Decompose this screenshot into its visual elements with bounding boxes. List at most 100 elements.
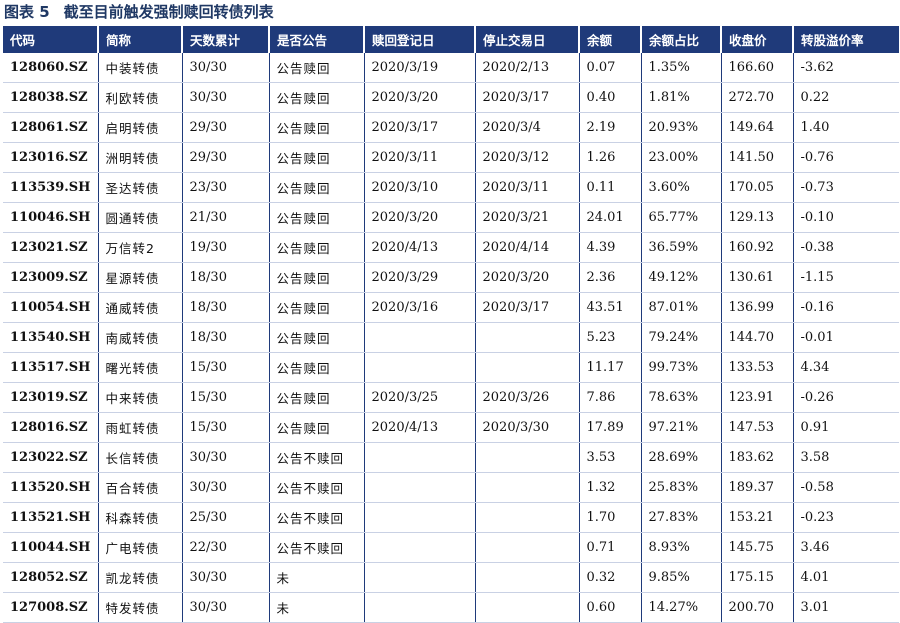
- balance-ratio-cell: 49.12%: [641, 262, 722, 293]
- balance-cell: 11.17: [579, 352, 642, 383]
- balance-cell: 3.53: [579, 442, 642, 473]
- code-cell: 123009.SZ: [3, 262, 99, 293]
- balance-cell: 1.32: [579, 472, 642, 503]
- announced-cell: 公告不赎回: [269, 442, 365, 473]
- balance-ratio-cell: 8.93%: [641, 532, 722, 563]
- table-row: 110054.SH 通威转债 18/30 公告赎回 2020/3/16 2020/3/17…: [3, 292, 899, 323]
- conversion-premium-cell: 3.58: [793, 442, 899, 473]
- short-name-cell: 广电转债: [98, 532, 183, 563]
- header-close-price: 收盘价: [721, 26, 794, 53]
- code-cell: 110044.SH: [3, 532, 99, 563]
- table-row: 123022.SZ 长信转债 30/30 公告不赎回 3.53 28.69% 183.62 3…: [3, 442, 899, 473]
- short-name-cell: 特发转债: [98, 592, 183, 623]
- table-row: 123021.SZ 万信转2 19/30 公告赎回 2020/4/13 2020/4/14…: [3, 232, 899, 263]
- conversion-premium-cell: 3.01: [793, 592, 899, 623]
- announced-cell: 公告赎回: [269, 112, 365, 143]
- announced-cell: 公告不赎回: [269, 472, 365, 503]
- balance-cell: 0.32: [579, 562, 642, 593]
- day-count-cell: 30/30: [182, 592, 270, 623]
- announced-cell: 公告赎回: [269, 412, 365, 443]
- trading-halt-date-cell: 2020/3/11: [475, 172, 580, 203]
- code-cell: 113521.SH: [3, 502, 99, 533]
- code-cell: 128061.SZ: [3, 112, 99, 143]
- day-count-cell: 19/30: [182, 232, 270, 263]
- redemption-record-date-cell: [364, 472, 476, 503]
- redemption-record-date-cell: [364, 502, 476, 533]
- announced-cell: 公告赎回: [269, 382, 365, 413]
- redemption-record-date-cell: [364, 592, 476, 623]
- conversion-premium-cell: -1.15: [793, 262, 899, 293]
- short-name-cell: 南威转债: [98, 322, 183, 353]
- balance-cell: 2.36: [579, 262, 642, 293]
- redemption-record-date-cell: 2020/3/10: [364, 172, 476, 203]
- balance-ratio-cell: 79.24%: [641, 322, 722, 353]
- redemption-record-date-cell: [364, 352, 476, 383]
- short-name-cell: 中装转债: [98, 53, 183, 83]
- code-cell: 123016.SZ: [3, 142, 99, 173]
- table-row: 128038.SZ 利欧转债 30/30 公告赎回 2020/3/20 2020/3/17…: [3, 82, 899, 113]
- trading-halt-date-cell: [475, 592, 580, 623]
- table-body: 128060.SZ 中装转债 30/30 公告赎回 2020/3/19 2020/2/13…: [3, 53, 899, 623]
- day-count-cell: 30/30: [182, 82, 270, 113]
- trading-halt-date-cell: 2020/3/12: [475, 142, 580, 173]
- balance-ratio-cell: 14.27%: [641, 592, 722, 623]
- balance-ratio-cell: 99.73%: [641, 352, 722, 383]
- announced-cell: 公告赎回: [269, 202, 365, 233]
- close-price-cell: 130.61: [721, 262, 794, 293]
- table-row: 128060.SZ 中装转债 30/30 公告赎回 2020/3/19 2020/2/13…: [3, 53, 899, 83]
- trading-halt-date-cell: 2020/3/17: [475, 292, 580, 323]
- conversion-premium-cell: 4.01: [793, 562, 899, 593]
- balance-cell: 0.11: [579, 172, 642, 203]
- conversion-premium-cell: -0.76: [793, 142, 899, 173]
- convertible-bond-table: 代码 简称 天数累计 是否公告 赎回登记日 停止交易日 余额 余额占比 收盘价 …: [3, 26, 899, 623]
- close-price-cell: 200.70: [721, 592, 794, 623]
- figure-number: 图表 5: [4, 3, 50, 21]
- trading-halt-date-cell: [475, 562, 580, 593]
- close-price-cell: 133.53: [721, 352, 794, 383]
- short-name-cell: 曙光转债: [98, 352, 183, 383]
- announced-cell: 公告赎回: [269, 322, 365, 353]
- trading-halt-date-cell: 2020/4/14: [475, 232, 580, 263]
- conversion-premium-cell: -0.26: [793, 382, 899, 413]
- redemption-record-date-cell: [364, 532, 476, 563]
- close-price-cell: 129.13: [721, 202, 794, 233]
- table-row: 110044.SH 广电转债 22/30 公告不赎回 0.71 8.93% 145.75 3.…: [3, 532, 899, 563]
- balance-ratio-cell: 20.93%: [641, 112, 722, 143]
- balance-ratio-cell: 1.35%: [641, 53, 722, 83]
- header-short-name: 简称: [98, 26, 183, 53]
- day-count-cell: 15/30: [182, 412, 270, 443]
- close-price-cell: 145.75: [721, 532, 794, 563]
- day-count-cell: 23/30: [182, 172, 270, 203]
- header-conversion-premium: 转股溢价率: [793, 26, 899, 53]
- balance-ratio-cell: 78.63%: [641, 382, 722, 413]
- balance-ratio-cell: 27.83%: [641, 502, 722, 533]
- day-count-cell: 29/30: [182, 112, 270, 143]
- day-count-cell: 30/30: [182, 472, 270, 503]
- short-name-cell: 科森转债: [98, 502, 183, 533]
- short-name-cell: 星源转债: [98, 262, 183, 293]
- close-price-cell: 160.92: [721, 232, 794, 263]
- day-count-cell: 30/30: [182, 562, 270, 593]
- balance-cell: 5.23: [579, 322, 642, 353]
- close-price-cell: 144.70: [721, 322, 794, 353]
- short-name-cell: 雨虹转债: [98, 412, 183, 443]
- conversion-premium-cell: -0.73: [793, 172, 899, 203]
- close-price-cell: 149.64: [721, 112, 794, 143]
- conversion-premium-cell: -0.10: [793, 202, 899, 233]
- trading-halt-date-cell: [475, 352, 580, 383]
- header-trading-halt-date: 停止交易日: [475, 26, 580, 53]
- conversion-premium-cell: -0.16: [793, 292, 899, 323]
- trading-halt-date-cell: 2020/3/26: [475, 382, 580, 413]
- close-price-cell: 147.53: [721, 412, 794, 443]
- short-name-cell: 利欧转债: [98, 82, 183, 113]
- balance-cell: 0.07: [579, 53, 642, 83]
- announced-cell: 公告赎回: [269, 262, 365, 293]
- short-name-cell: 通威转债: [98, 292, 183, 323]
- code-cell: 123022.SZ: [3, 442, 99, 473]
- balance-cell: 1.70: [579, 502, 642, 533]
- header-redemption-record-date: 赎回登记日: [364, 26, 476, 53]
- short-name-cell: 凯龙转债: [98, 562, 183, 593]
- balance-ratio-cell: 28.69%: [641, 442, 722, 473]
- conversion-premium-cell: 0.91: [793, 412, 899, 443]
- close-price-cell: 170.05: [721, 172, 794, 203]
